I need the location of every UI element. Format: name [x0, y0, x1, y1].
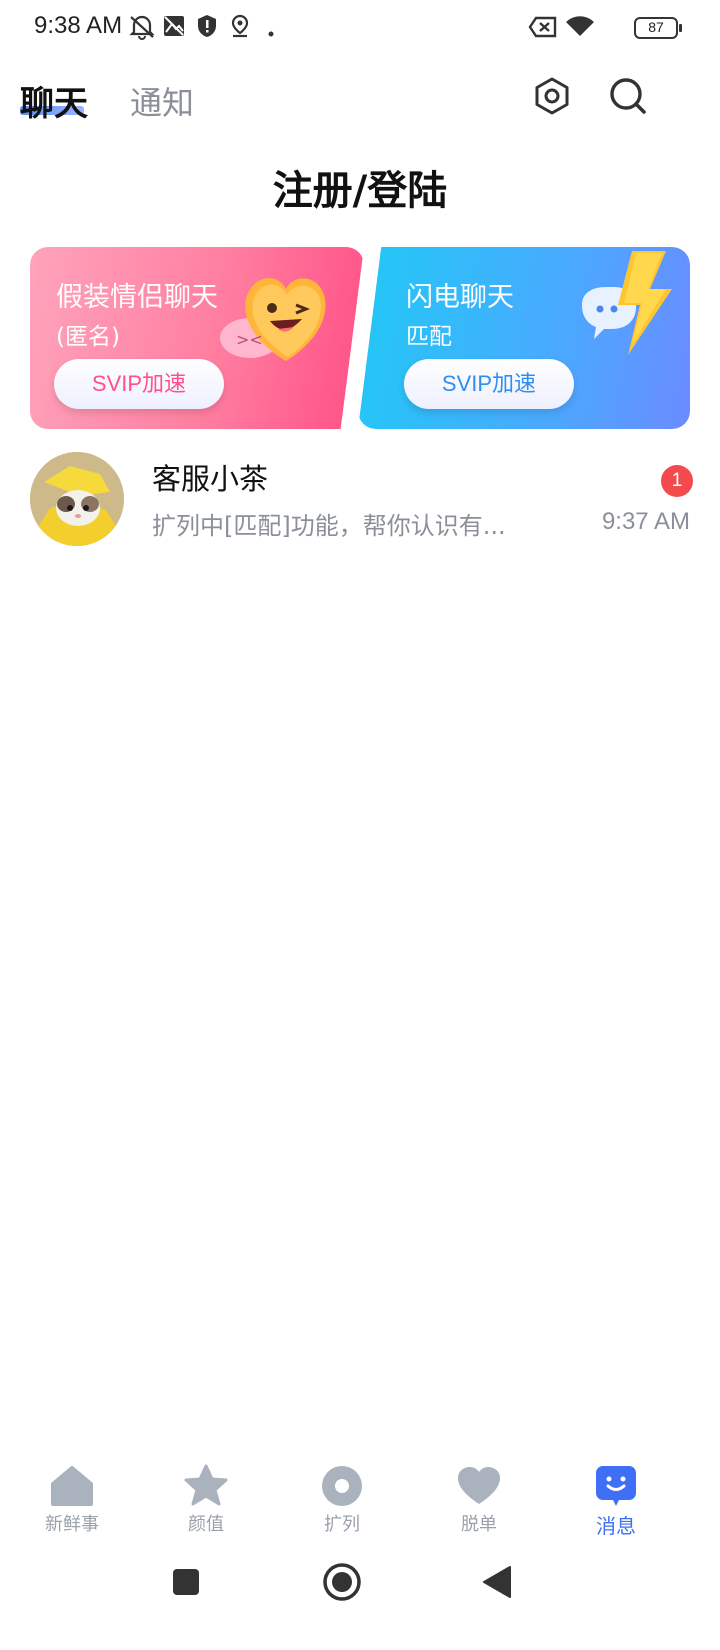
image-icon	[162, 14, 186, 42]
search-icon[interactable]	[608, 76, 648, 116]
recents-button[interactable]	[171, 1567, 201, 1601]
card-subtitle: (匿名)	[56, 324, 120, 350]
settings-hex-icon[interactable]	[532, 76, 572, 116]
nav-item-messages[interactable]: 消息	[566, 1460, 666, 1550]
star-icon	[184, 1464, 228, 1506]
tab-notifications[interactable]: 通知	[130, 78, 194, 124]
battery-icon: 87	[634, 17, 682, 39]
nav-label: 新鲜事	[45, 1514, 99, 1535]
nav-item-news[interactable]: 新鲜事	[22, 1460, 122, 1550]
svip-boost-button[interactable]: SVIP加速	[54, 359, 224, 409]
lightning-chat-icon	[554, 247, 684, 377]
card-title: 闪电聊天	[406, 282, 514, 313]
nav-label: 颜值	[188, 1514, 224, 1535]
card-title: 假装情侣聊天	[56, 282, 218, 313]
status-bar: 9:38 AM 87	[0, 0, 720, 56]
nav-item-expand[interactable]: 扩列	[292, 1460, 392, 1550]
chat-time: 9:37 AM	[601, 508, 690, 535]
chat-name: 客服小茶	[152, 462, 269, 496]
location-icon	[229, 14, 251, 42]
svip-boost-button[interactable]: SVIP加速	[404, 359, 574, 409]
sim-off-icon	[528, 16, 558, 42]
wifi-icon	[565, 14, 595, 42]
nav-label: 消息	[596, 1514, 636, 1538]
shield-icon	[196, 14, 218, 42]
bottom-nav: 新鲜事 颜值 扩列 脱单 消息	[0, 1460, 720, 1550]
unread-badge: 1	[661, 465, 693, 497]
back-button[interactable]	[480, 1565, 514, 1603]
chat-preview: 扩列中[匹配]功能，帮你认识有...	[152, 512, 506, 540]
mute-alarm-icon	[128, 14, 156, 44]
heart-icon	[458, 1467, 500, 1504]
chat-list-item[interactable]: 客服小茶 扩列中[匹配]功能，帮你认识有... 9:37 AM 1	[0, 448, 720, 552]
register-login-title[interactable]: 注册/登陆	[0, 158, 720, 216]
system-navigation-bar	[0, 1560, 720, 1650]
tab-chat[interactable]: 聊天	[20, 76, 88, 125]
flash-chat-card[interactable]: 闪电聊天 匹配 SVIP加速	[358, 247, 690, 429]
home-icon	[51, 1466, 93, 1506]
avatar	[30, 452, 124, 546]
nav-item-looks[interactable]: 颜值	[156, 1460, 256, 1550]
fake-couple-chat-card[interactable]: 假装情侣聊天 (匿名) SVIP加速 ><	[30, 247, 364, 429]
circle-icon	[322, 1466, 362, 1506]
dot-icon	[268, 22, 274, 41]
message-face-icon	[596, 1466, 636, 1506]
card-subtitle: 匹配	[406, 324, 452, 350]
heart-face-icon: ><	[218, 253, 348, 377]
home-button[interactable]	[322, 1562, 362, 1606]
svg-text:><: ><	[236, 330, 263, 349]
nav-label: 扩列	[324, 1514, 360, 1535]
nav-item-dating[interactable]: 脱单	[429, 1460, 529, 1550]
nav-label: 脱单	[461, 1514, 497, 1535]
status-time: 9:38 AM	[34, 12, 123, 39]
